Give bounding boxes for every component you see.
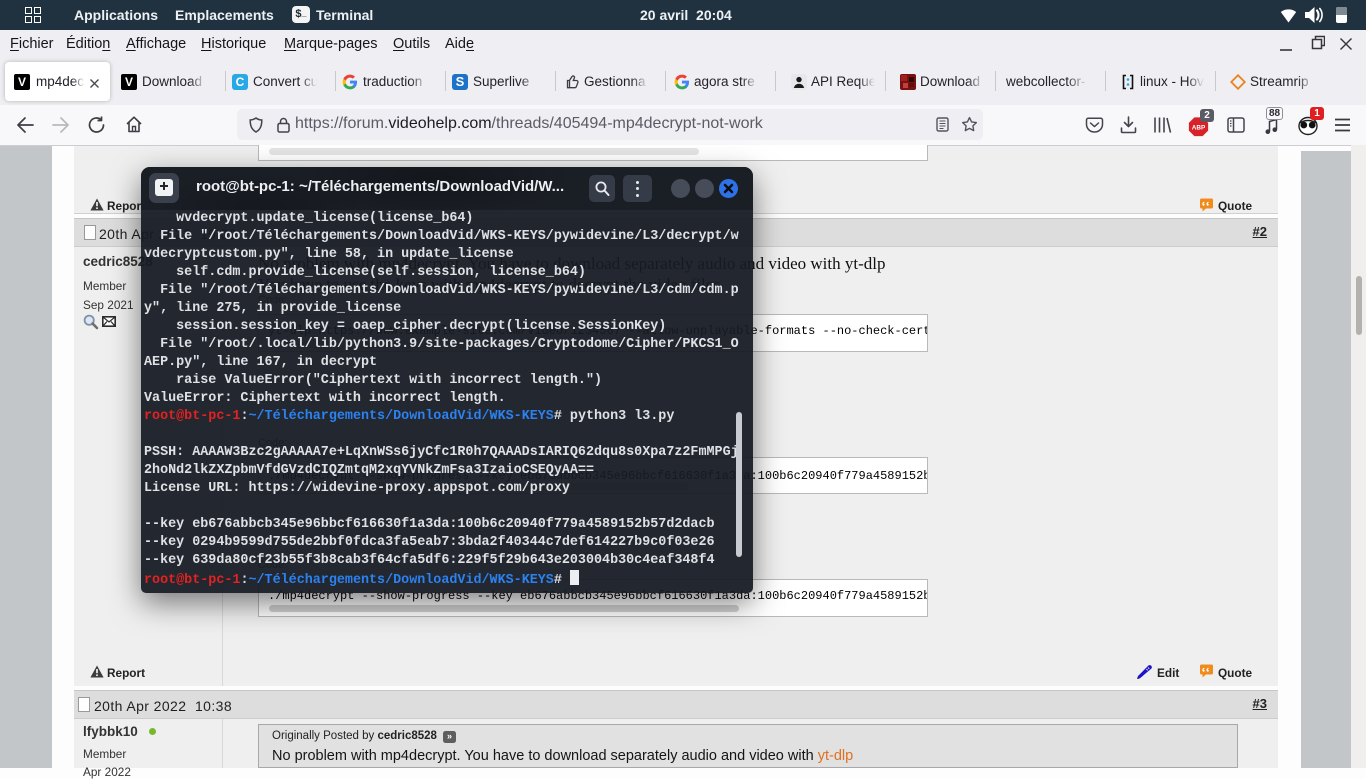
svg-text:ABP: ABP <box>1192 125 1206 132</box>
